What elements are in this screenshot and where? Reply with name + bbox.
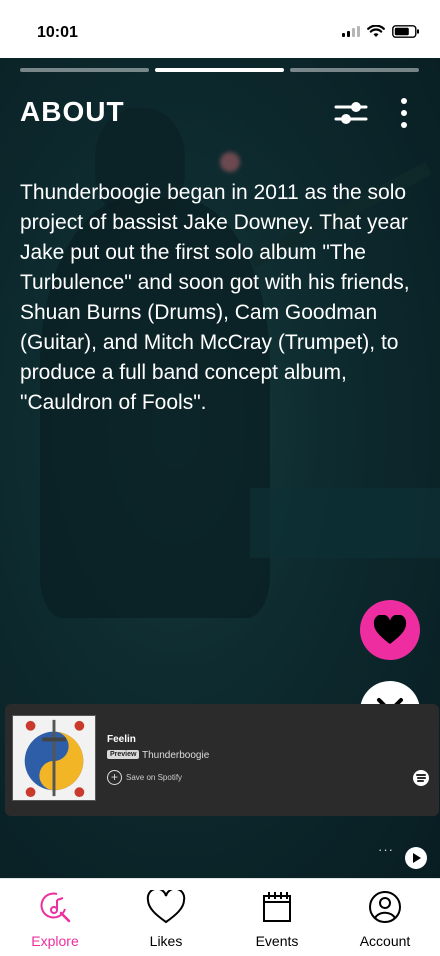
player-more-button[interactable]: ··· [378,842,394,857]
save-on-spotify-label: Save on Spotify [126,773,183,782]
story-segment-2 [155,68,284,72]
bottom-tab-bar: Explore Likes Events Account [0,878,440,956]
heart-icon [373,615,407,644]
music-search-icon [40,892,71,923]
section-title: ABOUT [20,96,125,127]
tab-label-account: Account [359,933,411,949]
album-art[interactable] [12,715,96,801]
calendar-icon [263,892,291,922]
like-button[interactable] [360,600,420,660]
status-icons [342,25,420,38]
artist-name[interactable]: Thunderboogie [142,750,209,761]
spotify-logo-icon[interactable] [413,770,429,786]
stage-amp [250,488,440,558]
tab-explore[interactable]: Explore [0,887,110,949]
filter-icon[interactable] [334,98,368,128]
battery-icon [392,25,419,38]
stage-light [220,152,240,172]
story-segment-1 [20,68,149,72]
track-title: Feelin [107,734,136,745]
status-bar: 10:01 [0,0,440,58]
status-time: 10:01 [37,24,78,41]
story-segment-3 [290,68,419,72]
about-description: Thunderboogie began in 2011 as the solo … [20,181,410,414]
tab-likes[interactable]: Likes [111,887,221,949]
cellular-signal-icon [342,26,360,37]
preview-badge: Preview [107,750,140,759]
spotify-player[interactable]: Feelin Preview Thunderboogie + Save on S… [5,704,439,857]
plus-icon: + [107,770,122,785]
tab-events[interactable]: Events [222,887,332,949]
heart-outline-icon [146,890,186,924]
save-on-spotify-button[interactable]: + Save on Spotify [107,770,182,785]
tab-label-events: Events [255,933,299,949]
tab-account[interactable]: Account [330,887,440,949]
user-circle-icon [369,891,401,923]
more-options-icon[interactable] [392,96,416,130]
tab-label-explore: Explore [31,933,79,949]
story-progress [20,68,419,72]
tab-label-likes: Likes [149,933,183,949]
play-button[interactable] [405,847,427,869]
wifi-icon [367,25,385,37]
